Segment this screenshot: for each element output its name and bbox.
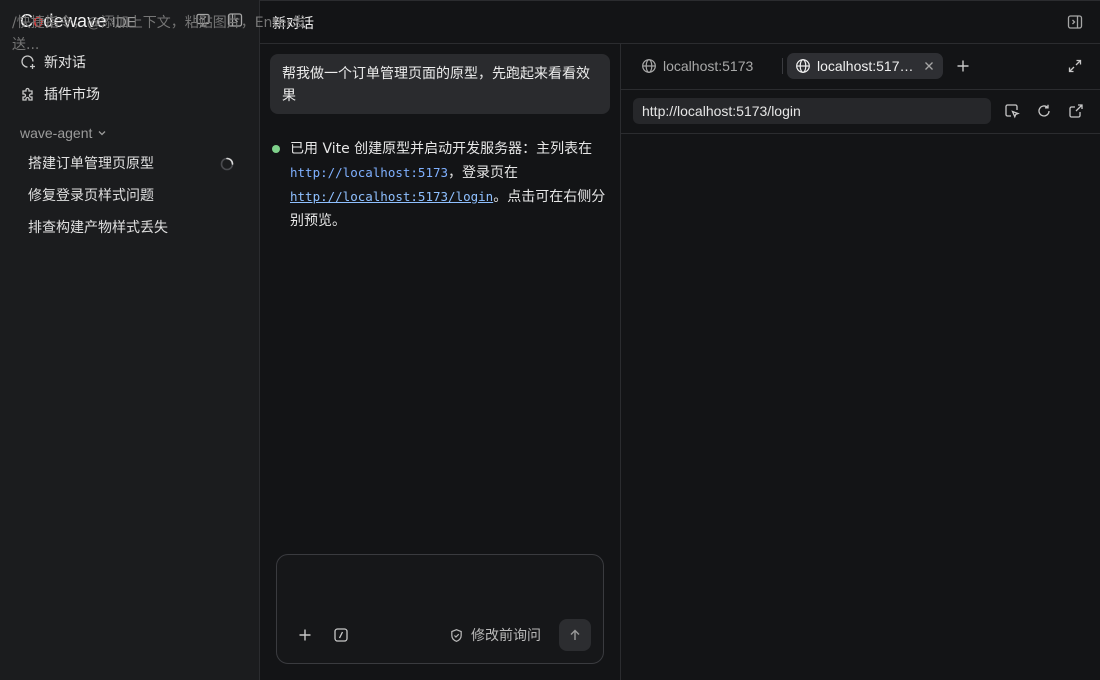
login-url-link[interactable]: http://localhost:5173/login [290, 189, 493, 204]
reload-icon[interactable] [1036, 103, 1052, 119]
session-label: 修复登录页样式问题 [28, 188, 154, 204]
user-message: 帮我做一个订单管理页面的原型，先跑起来看看效果 [270, 54, 610, 114]
puzzle-icon [20, 86, 36, 102]
expand-icon[interactable] [1068, 59, 1082, 73]
session-item[interactable]: 搭建订单管理页原型 [28, 152, 154, 174]
add-icon[interactable] [297, 627, 313, 643]
workspace-group-label: wave-agent [20, 125, 93, 141]
session-label: 排查构建产物样式丢失 [28, 220, 168, 236]
preview-tab-active[interactable]: localhost:517… [787, 53, 943, 79]
session-label: 搭建订单管理页原型 [28, 156, 154, 172]
tab-separator [782, 58, 783, 74]
open-external-icon[interactable] [1068, 103, 1084, 119]
sidebar-divider [259, 0, 260, 680]
inspect-element-icon[interactable] [1004, 103, 1020, 119]
session-item[interactable]: 排查构建产物样式丢失 [28, 216, 168, 238]
loading-spinner-icon [220, 157, 234, 171]
chat-header [260, 0, 1100, 44]
chevron-down-icon [97, 128, 107, 138]
session-item[interactable]: 修复登录页样式问题 [28, 184, 154, 206]
ask-before-edit-label: 修改前询问 [471, 628, 541, 644]
new-tab-icon[interactable] [955, 58, 971, 74]
chat-input[interactable] [12, 12, 312, 56]
workspace-group-toggle[interactable]: wave-agent [20, 124, 107, 142]
shield-icon [449, 628, 464, 643]
new-chat-icon [20, 54, 36, 70]
plugin-market-label: 插件市场 [44, 87, 100, 103]
arrow-up-icon [568, 628, 582, 642]
composer [276, 554, 604, 664]
reply-text: 已用 Vite 创建原型并启动开发服务器：主列表在 [290, 141, 593, 157]
ask-before-edit-toggle[interactable]: 修改前询问 [449, 626, 541, 644]
plugin-market-button[interactable]: 插件市场 [20, 83, 100, 105]
code-url: http://localhost:5173 [290, 165, 449, 180]
globe-icon [795, 58, 811, 74]
send-button[interactable] [559, 619, 591, 651]
url-input[interactable] [633, 98, 991, 124]
tab-label: localhost:5173 [663, 58, 754, 74]
assistant-message: 已用 Vite 创建原型并启动开发服务器：主列表在 http://localhos… [290, 137, 608, 233]
preview-tab[interactable]: localhost:5173 [633, 53, 761, 79]
tab-label: localhost:517… [817, 58, 914, 74]
globe-icon [641, 58, 657, 74]
preview-viewport[interactable] [621, 134, 1100, 680]
reply-text: ，登录页在 [448, 165, 519, 181]
toggle-preview-panel-icon[interactable] [1067, 14, 1083, 30]
slash-command-icon[interactable] [333, 627, 349, 643]
close-icon[interactable] [923, 60, 935, 72]
status-dot [272, 145, 280, 153]
